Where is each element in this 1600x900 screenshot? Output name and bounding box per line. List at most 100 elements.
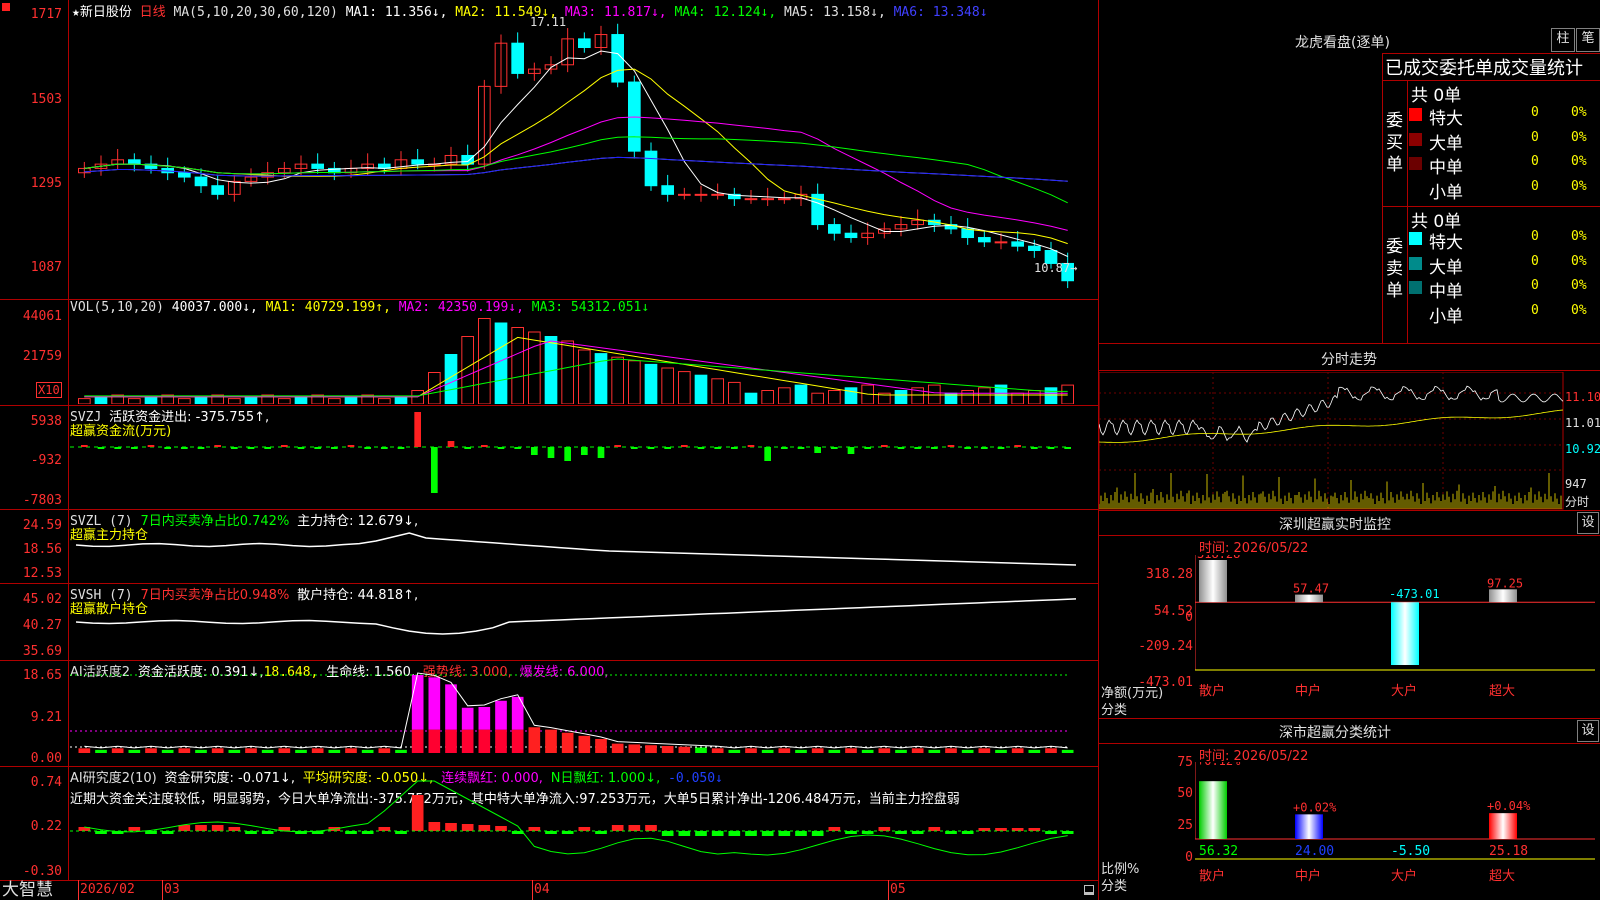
class-title-sep <box>1099 743 1600 744</box>
flow-bar <box>114 447 121 449</box>
buy-total: 共 0单 <box>1411 86 1462 106</box>
research-line <box>84 780 1068 856</box>
tick-mode-button[interactable]: 笔 <box>1576 28 1600 52</box>
sz-monitor-y: 0 <box>1185 610 1193 625</box>
buy-label: 委买单 <box>1386 111 1403 175</box>
flow-bar <box>614 445 621 447</box>
flow-bar <box>814 447 821 453</box>
vol-ma-line <box>84 340 1068 398</box>
lock-icon[interactable] <box>1084 885 1094 895</box>
flow-bar <box>897 447 905 449</box>
active-bar <box>495 700 507 730</box>
flow-bar <box>81 445 88 447</box>
vol-bar <box>628 360 641 404</box>
sz-monitor-time: 时间: 2026/05/22 <box>1199 541 1309 556</box>
research-bar <box>678 831 691 836</box>
sz-monitor-chart[interactable]: 318.28 57.47 -473.01 97.25 散户 中户 大户 超大 <box>1195 555 1600 717</box>
sz-class-y: 0 <box>1185 850 1193 865</box>
research-bar <box>811 831 824 836</box>
bar-mode-button[interactable]: 柱 <box>1551 28 1575 52</box>
flow-bar <box>164 447 171 449</box>
svzl-chart[interactable] <box>70 510 1098 583</box>
candle-body <box>661 185 674 195</box>
active-bar <box>928 749 941 753</box>
candle-body <box>978 237 991 243</box>
row-count: 0 <box>1531 105 1539 120</box>
flow-bar <box>497 447 505 449</box>
flow-bar <box>347 445 355 447</box>
active-bar <box>578 735 591 753</box>
sz-monitor-settings-button[interactable]: 设 <box>1577 512 1599 534</box>
active-bar <box>678 746 691 753</box>
sz-class-settings-button[interactable]: 设 <box>1577 720 1599 742</box>
vol-bar <box>494 322 508 404</box>
flow-bar <box>597 447 605 458</box>
flow-bar <box>514 447 521 449</box>
legend-swatch <box>1409 281 1422 294</box>
kline-chart[interactable] <box>70 0 1098 298</box>
y-label: 1087 <box>30 260 62 275</box>
vol-bar <box>1028 390 1041 404</box>
vol-bar <box>894 390 908 404</box>
active-bar <box>228 749 241 753</box>
legend-swatch <box>1409 132 1422 146</box>
ai-research-chart[interactable] <box>70 767 1098 880</box>
minute-top-sep <box>1099 343 1600 344</box>
sz-class-title: 深市超赢分类统计 <box>1279 725 1391 741</box>
vol-bar <box>128 398 141 404</box>
research-bar <box>228 827 241 831</box>
active-bar <box>428 677 441 730</box>
minute-chart[interactable] <box>1099 372 1564 510</box>
flow-bar <box>381 447 388 449</box>
active-bar <box>395 749 407 753</box>
high-price-marker: 17.11 <box>530 15 567 29</box>
sell-label: 委卖单 <box>1386 237 1403 301</box>
vol-bar <box>511 327 525 404</box>
active-bar <box>161 749 174 753</box>
sz-class-chart[interactable]: +0.12% 56.32 +0.02% 24.00 -5.50 +0.04% 25.18 散户… <box>1195 762 1600 900</box>
row-count: 0 <box>1531 302 1539 318</box>
category-label: 超大 <box>1489 869 1515 884</box>
svzj-chart[interactable] <box>70 406 1098 509</box>
bar-pct-label: +0.12% <box>1197 762 1241 768</box>
category-label: 散户 <box>1199 683 1225 699</box>
row-pct: 0% <box>1571 178 1587 194</box>
vol-chart[interactable] <box>70 300 1098 404</box>
row-name: 小单 <box>1429 306 1463 327</box>
active-bar <box>111 748 124 753</box>
bar-value-label: 318.28 <box>1197 555 1240 561</box>
flow-bar <box>481 445 488 447</box>
active-bar <box>145 748 157 753</box>
ai-active-chart[interactable] <box>70 661 1098 766</box>
ma-line <box>84 156 1068 182</box>
vol-unit-badge[interactable]: X10 <box>36 382 62 398</box>
row-count: 0 <box>1531 278 1539 293</box>
research-bar <box>195 825 207 831</box>
vol-bar <box>744 392 758 404</box>
active-bar <box>178 748 191 753</box>
brand-logo[interactable]: 大智慧 <box>2 880 53 900</box>
minute-title: 分时走势 <box>1321 352 1377 368</box>
svsh-chart[interactable] <box>70 584 1098 660</box>
active-bar <box>478 706 491 730</box>
ai-research-y-label: 0.22 <box>30 819 62 834</box>
sz-monitor-y: 318.28 <box>1146 567 1193 582</box>
active-bar <box>561 732 574 753</box>
candle-body <box>678 193 691 196</box>
research-bar <box>411 795 424 831</box>
vol-bar <box>78 398 91 404</box>
vol-bar <box>528 331 541 404</box>
svsh-y-label: 35.69 <box>22 644 62 659</box>
vol-y-label: 44061 <box>22 309 62 324</box>
active-bar <box>528 727 541 753</box>
flow-bar <box>847 447 855 454</box>
vol-bar <box>978 387 991 404</box>
flow-bar <box>581 447 588 455</box>
flow-bar <box>947 445 955 447</box>
vol-bar <box>778 387 791 404</box>
minute-sub-label: 分时 <box>1565 495 1590 509</box>
row-count: 0 <box>1531 154 1539 169</box>
dragon-title: 龙虎看盘(逐单) <box>1295 35 1390 51</box>
candle-body <box>511 42 525 74</box>
main-hold-line <box>75 532 1077 566</box>
